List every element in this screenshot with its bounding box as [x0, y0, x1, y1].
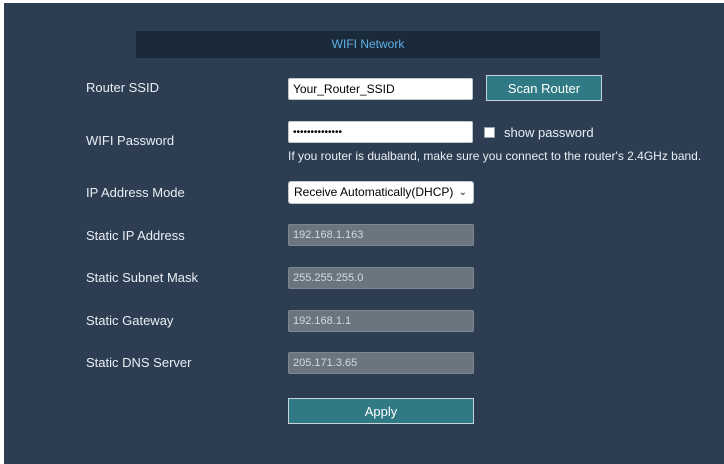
router-ssid-label: Router SSID — [86, 80, 159, 95]
gateway-label: Static Gateway — [86, 313, 174, 328]
dualband-note: If you router is dualband, make sure you… — [288, 149, 702, 163]
chevron-down-icon: ⌄ — [458, 187, 467, 198]
wifi-password-label: WIFI Password — [86, 133, 175, 148]
show-password-toggle[interactable]: show password — [484, 124, 594, 140]
static-ip-input[interactable]: 192.168.1.163 — [288, 224, 474, 246]
dns-server-label: Static DNS Server — [86, 355, 192, 370]
ip-mode-selected-value: Receive Automatically(DHCP) — [294, 185, 454, 199]
show-password-label: show password — [504, 124, 594, 140]
section-header: WIFI Network — [136, 31, 600, 58]
ip-mode-label: IP Address Mode — [86, 185, 185, 200]
dns-server-input[interactable]: 205.171.3.65 — [288, 352, 474, 374]
subnet-mask-input[interactable]: 255.255.255.0 — [288, 267, 474, 289]
apply-button[interactable]: Apply — [288, 398, 474, 424]
router-ssid-input[interactable] — [288, 78, 473, 100]
scan-router-button[interactable]: Scan Router — [486, 75, 602, 101]
subnet-mask-label: Static Subnet Mask — [86, 270, 198, 285]
wifi-password-input[interactable] — [288, 121, 473, 143]
ip-mode-select[interactable]: Receive Automatically(DHCP) ⌄ — [288, 181, 474, 204]
gateway-input[interactable]: 192.168.1.1 — [288, 310, 474, 332]
show-password-checkbox[interactable] — [484, 126, 495, 138]
static-ip-label: Static IP Address — [86, 228, 185, 243]
